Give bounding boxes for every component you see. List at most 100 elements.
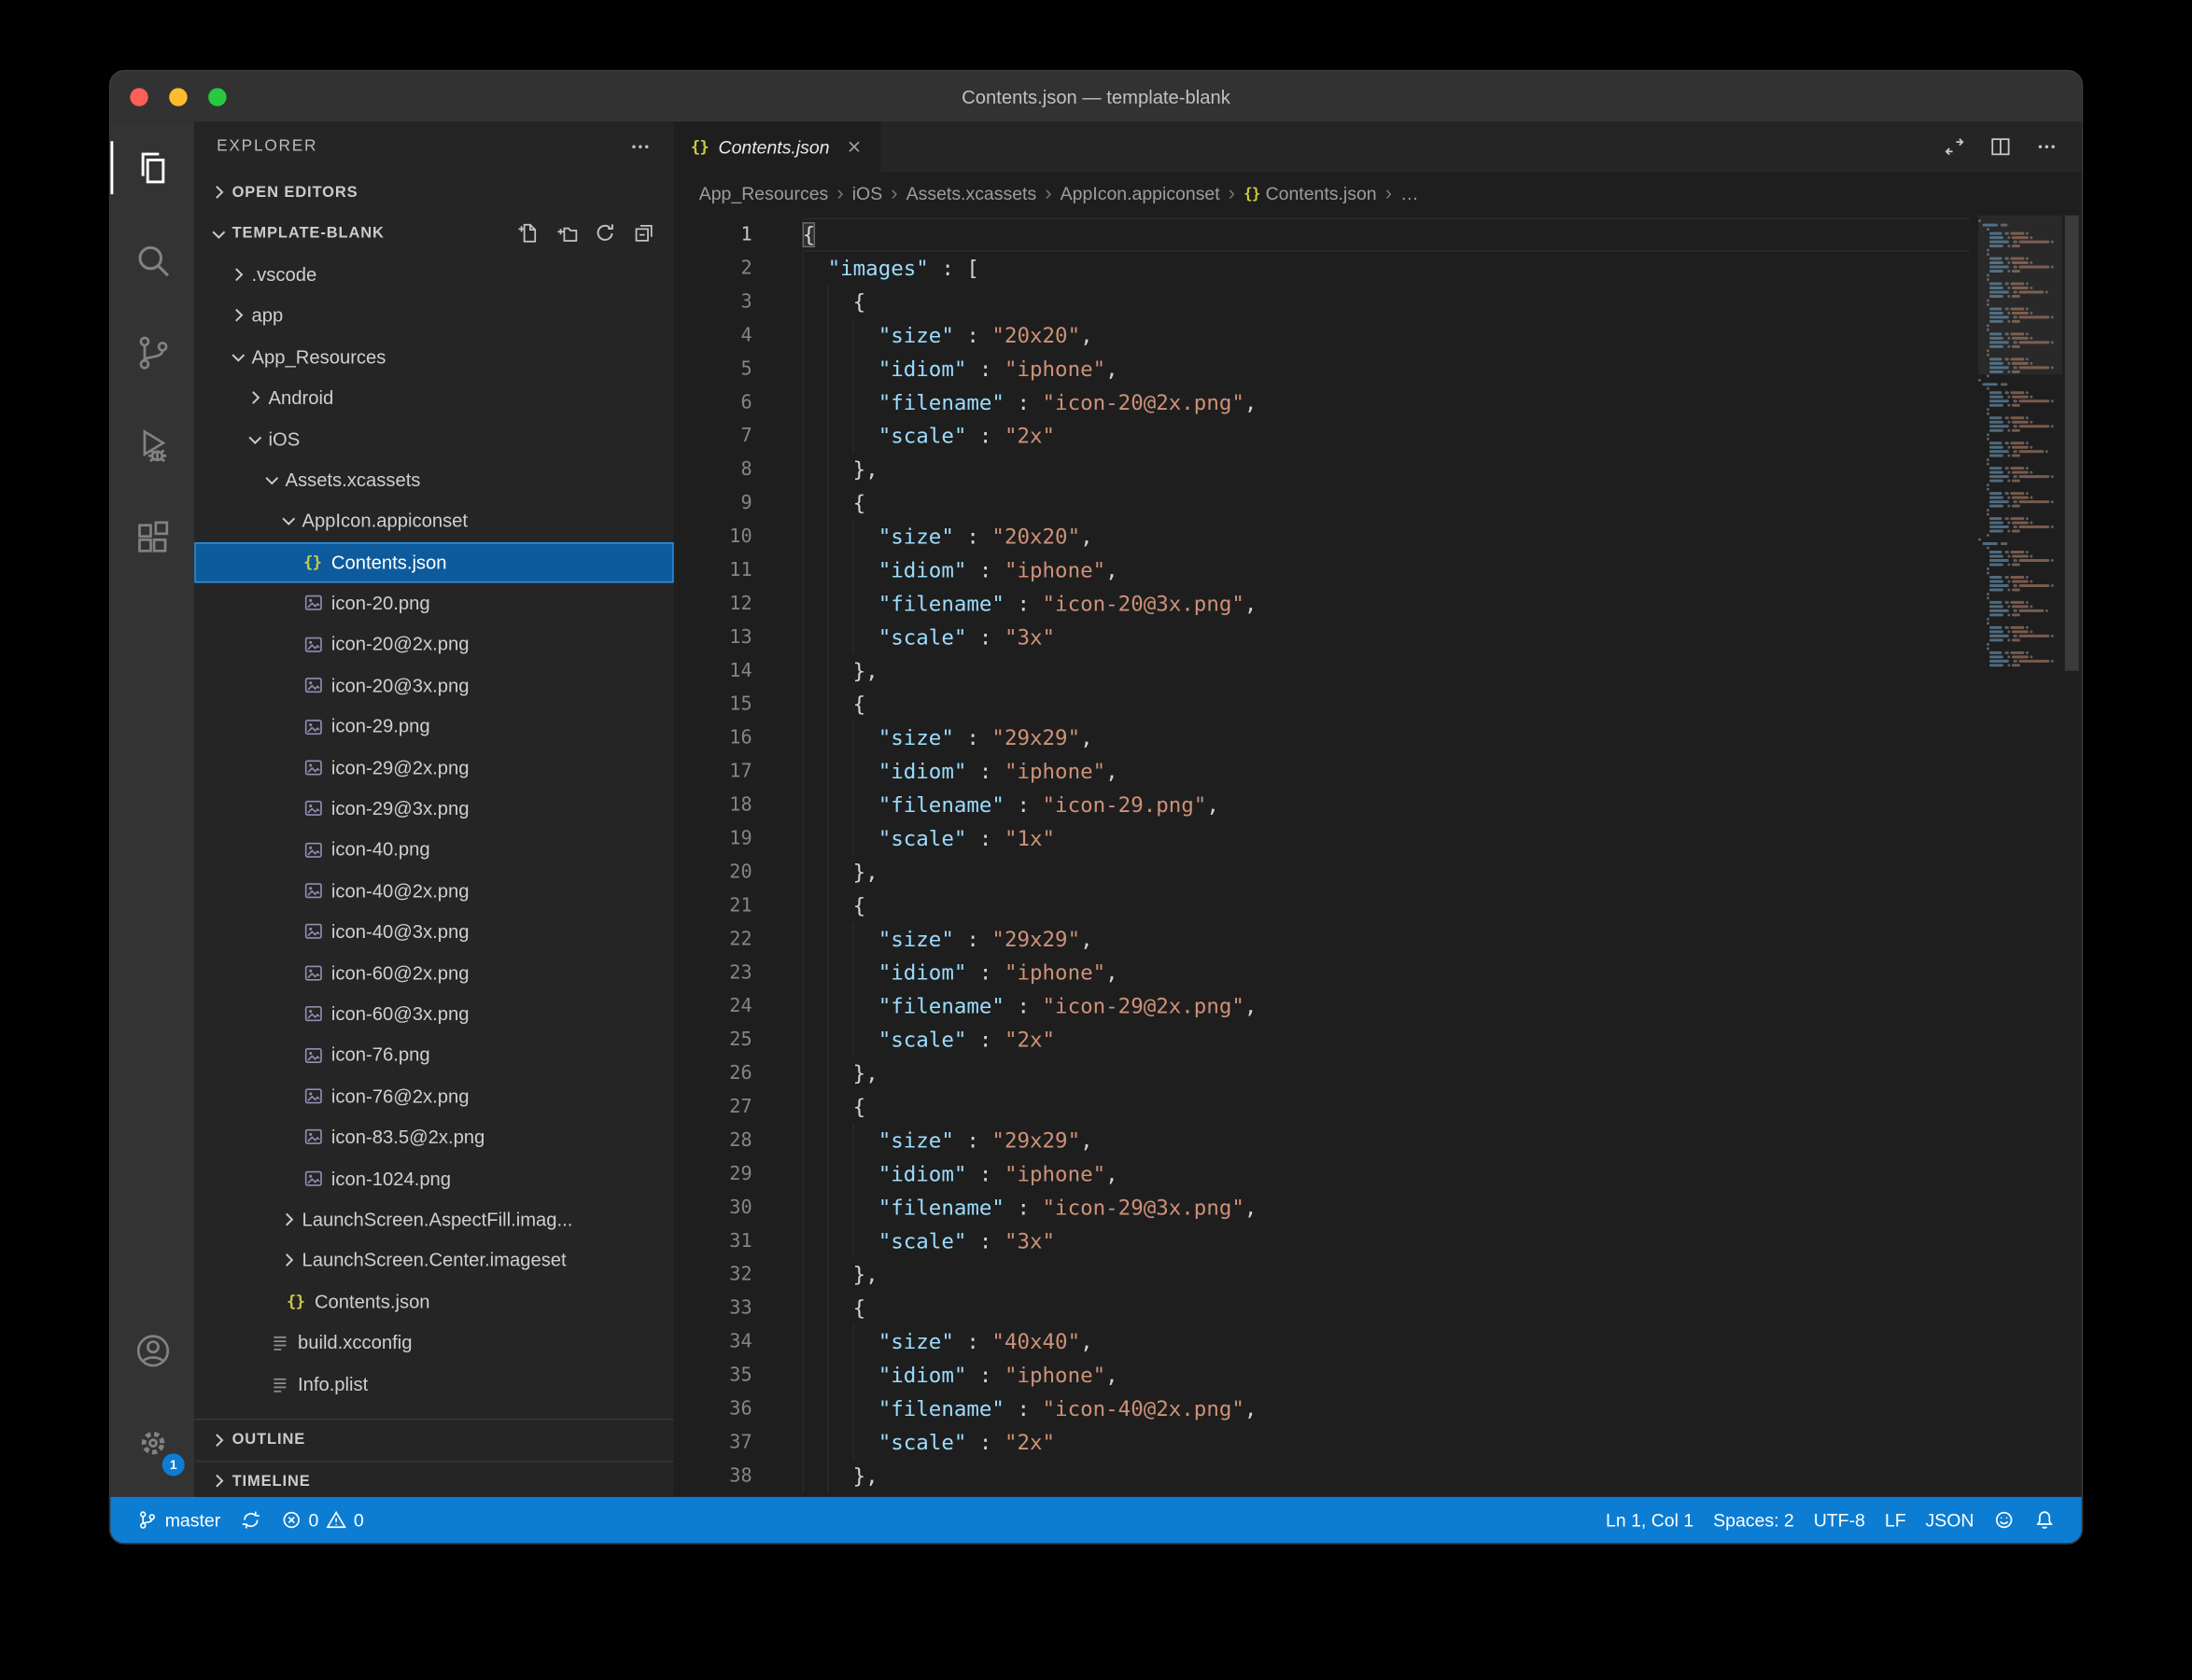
code-line-17[interactable]: 17 "idiom" : "iphone", — [674, 755, 1970, 789]
code-line-21[interactable]: 21 { — [674, 889, 1970, 922]
tree-item-ios[interactable]: iOS — [194, 418, 674, 459]
cursor-position[interactable]: Ln 1, Col 1 — [1596, 1497, 1704, 1543]
code-line-4[interactable]: 4 "size" : "20x20", — [674, 318, 1970, 352]
code-line-36[interactable]: 36 "filename" : "icon-40@2x.png", — [674, 1393, 1970, 1426]
code-line-8[interactable]: 8 }, — [674, 453, 1970, 486]
code-line-6[interactable]: 6 "filename" : "icon-20@2x.png", — [674, 385, 1970, 419]
tree-item-icon-29-2x-png[interactable]: icon-29@2x.png — [194, 747, 674, 788]
tree-item-build-xcconfig[interactable]: build.xcconfig — [194, 1323, 674, 1364]
open-changes-button[interactable] — [1944, 135, 1966, 158]
eol-setting[interactable]: LF — [1875, 1497, 1916, 1543]
code-line-35[interactable]: 35 "idiom" : "iphone", — [674, 1359, 1970, 1393]
close-window-button[interactable] — [130, 88, 148, 105]
titlebar[interactable]: Contents.json — template-blank — [110, 71, 2081, 121]
breadcrumb-contents-json[interactable]: {}Contents.json — [1244, 183, 1376, 203]
outline-header[interactable]: OUTLINE — [194, 1419, 674, 1460]
code-line-20[interactable]: 20 }, — [674, 855, 1970, 889]
tree-item-app-resources[interactable]: App_Resources — [194, 336, 674, 377]
code-line-16[interactable]: 16 "size" : "29x29", — [674, 721, 1970, 755]
tree-item-icon-76-2x-png[interactable]: icon-76@2x.png — [194, 1075, 674, 1116]
code-line-25[interactable]: 25 "scale" : "2x" — [674, 1023, 1970, 1057]
close-tab-icon[interactable] — [845, 137, 864, 157]
more-button[interactable] — [2035, 135, 2058, 158]
workspace-header[interactable]: TEMPLATE-BLANK — [194, 213, 674, 254]
code-line-22[interactable]: 22 "size" : "29x29", — [674, 922, 1970, 956]
explorer-more-actions-icon[interactable] — [629, 135, 652, 158]
new-file-button[interactable] — [517, 223, 539, 245]
feedback-button[interactable] — [1984, 1497, 2024, 1543]
tree-item-icon-83-5-2x-png[interactable]: icon-83.5@2x.png — [194, 1116, 674, 1157]
timeline-header[interactable]: TIMELINE — [194, 1460, 674, 1497]
tree-item-info-plist[interactable]: Info.plist — [194, 1364, 674, 1405]
tree-item-android[interactable]: Android — [194, 377, 674, 418]
minimap[interactable] — [1978, 216, 2062, 668]
branch-indicator[interactable]: master — [127, 1497, 230, 1543]
activity-explorer-button[interactable] — [110, 121, 194, 214]
tree-item-icon-40-3x-png[interactable]: icon-40@3x.png — [194, 911, 674, 952]
code-line-18[interactable]: 18 "filename" : "icon-29.png", — [674, 789, 1970, 822]
tree-item-icon-60-2x-png[interactable]: icon-60@2x.png — [194, 952, 674, 993]
code-line-24[interactable]: 24 "filename" : "icon-29@2x.png", — [674, 989, 1970, 1023]
tree-item-icon-20-3x-png[interactable]: icon-20@3x.png — [194, 665, 674, 706]
activity-run-debug-button[interactable] — [110, 399, 194, 491]
zoom-window-button[interactable] — [208, 88, 226, 105]
tree-item-icon-1024-png[interactable]: icon-1024.png — [194, 1157, 674, 1198]
code-line-27[interactable]: 27 { — [674, 1090, 1970, 1124]
tree-item-assets-xcassets[interactable]: Assets.xcassets — [194, 459, 674, 500]
problems-indicator[interactable]: 0 0 — [271, 1497, 373, 1543]
indentation-setting[interactable]: Spaces: 2 — [1704, 1497, 1805, 1543]
code-line-19[interactable]: 19 "scale" : "1x" — [674, 822, 1970, 856]
tree-item-icon-76-png[interactable]: icon-76.png — [194, 1034, 674, 1075]
activity-extensions-button[interactable] — [110, 491, 194, 583]
code-line-2[interactable]: 2 "images" : [ — [674, 252, 1970, 286]
code-line-34[interactable]: 34 "size" : "40x40", — [674, 1325, 1970, 1359]
breadcrumb-app-resources[interactable]: App_Resources — [699, 183, 829, 203]
encoding-setting[interactable]: UTF-8 — [1804, 1497, 1875, 1543]
code-editor[interactable]: 1{2 "images" : [3 {4 "size" : "20x20",5 … — [674, 216, 2082, 1497]
code-line-9[interactable]: 9 { — [674, 486, 1970, 520]
tree-item-appicon-appiconset[interactable]: AppIcon.appiconset — [194, 500, 674, 541]
tree-item-launchscreen-aspectfill-imag[interactable]: LaunchScreen.AspectFill.imag... — [194, 1199, 674, 1240]
code-line-29[interactable]: 29 "idiom" : "iphone", — [674, 1157, 1970, 1191]
code-line-1[interactable]: 1{ — [674, 218, 1970, 252]
code-line-5[interactable]: 5 "idiom" : "iphone", — [674, 352, 1970, 385]
tree-item-icon-20-png[interactable]: icon-20.png — [194, 582, 674, 623]
code-line-37[interactable]: 37 "scale" : "2x" — [674, 1425, 1970, 1459]
sync-button[interactable] — [231, 1497, 271, 1543]
code-line-28[interactable]: 28 "size" : "29x29", — [674, 1124, 1970, 1157]
code-line-11[interactable]: 11 "idiom" : "iphone", — [674, 553, 1970, 587]
code-line-30[interactable]: 30 "filename" : "icon-29@3x.png", — [674, 1191, 1970, 1225]
tree-item-vscode[interactable]: .vscode — [194, 254, 674, 295]
activity-source-control-button[interactable] — [110, 306, 194, 399]
code-line-38[interactable]: 38 }, — [674, 1459, 1970, 1492]
activity-search-button[interactable] — [110, 214, 194, 306]
activity-settings-button[interactable]: 1 — [110, 1396, 194, 1489]
code-line-14[interactable]: 14 }, — [674, 654, 1970, 688]
scrollbar-thumb[interactable] — [2065, 216, 2079, 671]
breadcrumb-assets-xcassets[interactable]: Assets.xcassets — [906, 183, 1037, 203]
breadcrumb-appicon-appiconset[interactable]: AppIcon.appiconset — [1061, 183, 1220, 203]
new-folder-button[interactable] — [555, 223, 577, 245]
activity-account-button[interactable] — [110, 1304, 194, 1396]
code-line-23[interactable]: 23 "idiom" : "iphone", — [674, 956, 1970, 989]
collapse-all-button[interactable] — [633, 223, 654, 245]
tree-item-icon-60-3x-png[interactable]: icon-60@3x.png — [194, 993, 674, 1034]
breadcrumb-item[interactable]: … — [1400, 183, 1418, 203]
tree-item-launchscreen-center-imageset[interactable]: LaunchScreen.Center.imageset — [194, 1240, 674, 1281]
code-line-3[interactable]: 3 { — [674, 285, 1970, 318]
tree-item-app[interactable]: app — [194, 295, 674, 336]
language-mode[interactable]: JSON — [1916, 1497, 1984, 1543]
tree-item-icon-40-png[interactable]: icon-40.png — [194, 829, 674, 870]
tree-item-icon-20-2x-png[interactable]: icon-20@2x.png — [194, 623, 674, 665]
editor-scrollbar[interactable] — [2062, 216, 2082, 1497]
minimize-window-button[interactable] — [169, 88, 187, 105]
code-line-13[interactable]: 13 "scale" : "3x" — [674, 621, 1970, 654]
code-line-32[interactable]: 32 }, — [674, 1258, 1970, 1292]
code-line-10[interactable]: 10 "size" : "20x20", — [674, 520, 1970, 553]
code-line-31[interactable]: 31 "scale" : "3x" — [674, 1225, 1970, 1258]
code-line-33[interactable]: 33 { — [674, 1292, 1970, 1325]
tree-item-icon-29-3x-png[interactable]: icon-29@3x.png — [194, 788, 674, 829]
tab-contents-json[interactable]: {} Contents.json — [674, 121, 881, 172]
tree-item-contents-json[interactable]: {}Contents.json — [194, 1281, 674, 1323]
code-line-12[interactable]: 12 "filename" : "icon-20@3x.png", — [674, 587, 1970, 621]
